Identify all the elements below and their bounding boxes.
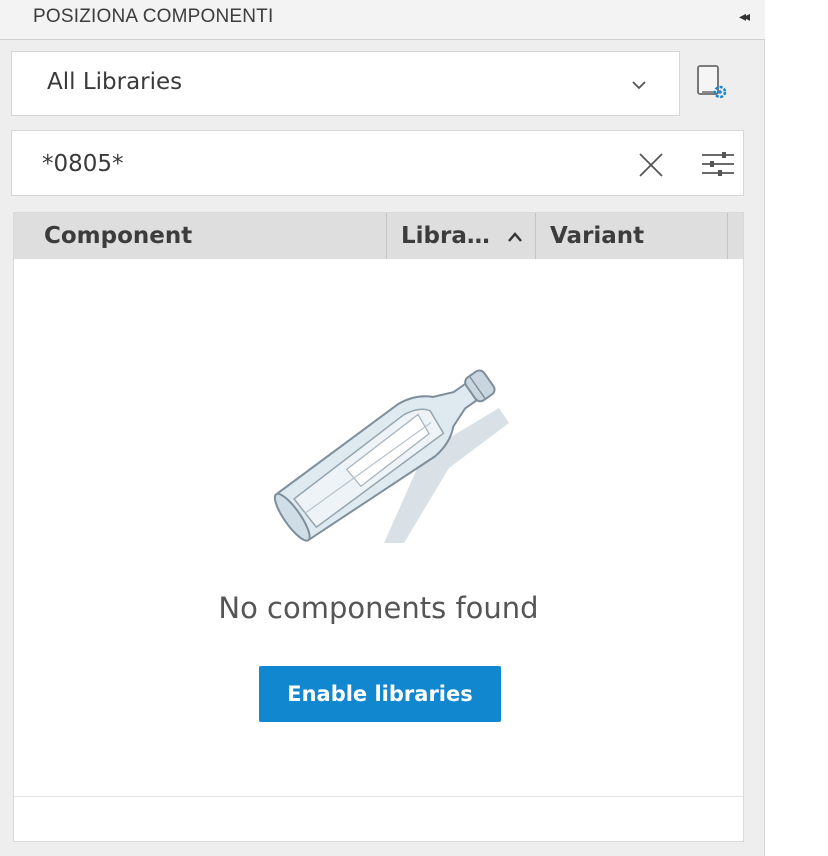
collapse-panel-icon[interactable]: ◂◂ xyxy=(730,4,756,30)
search-input[interactable] xyxy=(42,147,602,181)
empty-state-message: No components found xyxy=(218,591,539,625)
component-table: Component Libra… Variant No components f… xyxy=(13,212,744,842)
chevron-up-icon xyxy=(507,231,522,242)
column-header-label: Libra… xyxy=(401,223,490,249)
close-icon[interactable] xyxy=(635,149,667,181)
column-header-component[interactable]: Component xyxy=(14,213,387,259)
column-header-library[interactable]: Libra… xyxy=(387,213,536,259)
panel-title: POSIZIONA COMPONENTI xyxy=(33,6,274,27)
column-header-label: Variant xyxy=(550,223,645,249)
library-select-value: All Libraries xyxy=(47,69,183,95)
bottle-icon xyxy=(273,369,509,543)
table-footer-divider xyxy=(14,796,743,797)
column-header-variant[interactable]: Variant xyxy=(536,213,728,259)
table-header: Component Libra… Variant xyxy=(14,213,743,259)
filter-sliders-icon[interactable] xyxy=(700,147,736,181)
library-settings-icon[interactable] xyxy=(692,62,732,104)
enable-libraries-button[interactable]: Enable libraries xyxy=(259,666,501,722)
place-components-panel: POSIZIONA COMPONENTI ◂◂ All Libraries *0… xyxy=(0,0,765,856)
search-box xyxy=(11,130,744,196)
chevron-down-icon xyxy=(632,81,646,90)
column-header-filler xyxy=(728,213,743,259)
column-header-label: Component xyxy=(44,223,193,249)
panel-titlebar: POSIZIONA COMPONENTI ◂◂ xyxy=(0,0,765,40)
library-select[interactable]: All Libraries xyxy=(11,51,680,116)
